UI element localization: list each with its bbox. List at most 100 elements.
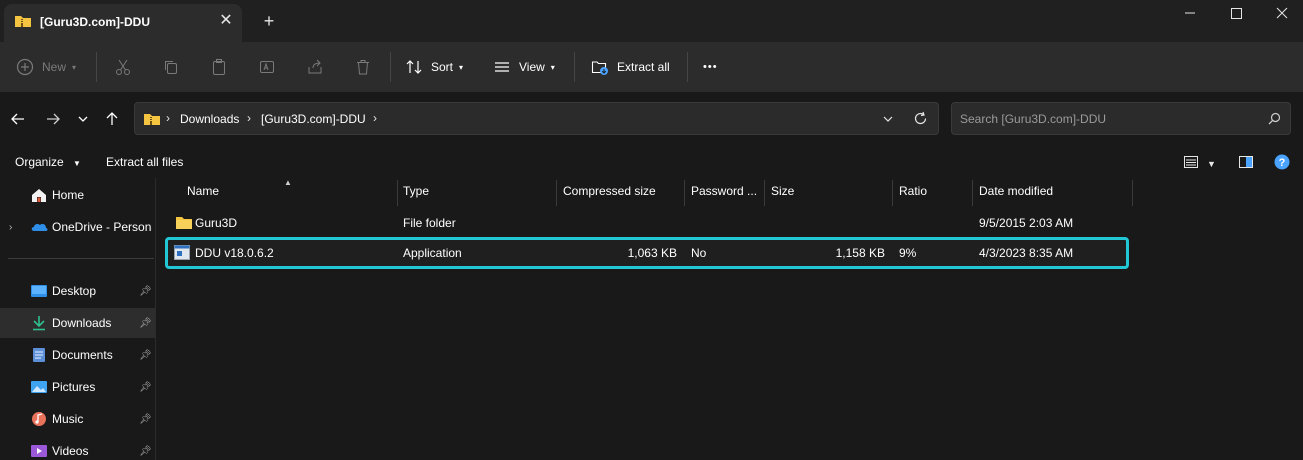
address-bar[interactable]: › Downloads › [Guru3D.com]-DDU ›: [134, 102, 939, 135]
sidebar-item-videos[interactable]: Videos 📌︎: [0, 436, 155, 460]
recent-locations-button[interactable]: [72, 108, 94, 130]
column-header-type[interactable]: Type: [403, 184, 553, 206]
refresh-icon[interactable]: [913, 111, 928, 126]
column-divider[interactable]: [892, 180, 893, 206]
paste-icon: [213, 59, 225, 75]
sidebar-item-label: Pictures: [52, 380, 96, 394]
table-row-selected[interactable]: DDU v18.0.6.2 Application 1,063 KB No 1,…: [165, 237, 1129, 269]
file-type: File folder: [403, 216, 456, 230]
sidebar-item-label: Downloads: [52, 316, 112, 330]
file-type: Application: [403, 246, 462, 260]
file-size: 1,158 KB: [835, 246, 885, 260]
sidebar-item-label: Desktop: [52, 284, 97, 298]
paste-button[interactable]: [210, 52, 228, 82]
column-divider[interactable]: [972, 180, 973, 206]
sidebar-item-downloads[interactable]: Downloads 📌︎: [0, 308, 155, 338]
chevron-right-icon[interactable]: ›: [9, 222, 12, 233]
breadcrumb-current-folder[interactable]: [Guru3D.com]-DDU: [261, 112, 366, 126]
column-divider[interactable]: [684, 180, 685, 206]
title-bar: [Guru3D.com]-DDU ✕ +: [0, 0, 1303, 42]
column-divider[interactable]: [397, 180, 398, 206]
breadcrumb-downloads[interactable]: Downloads: [180, 112, 239, 126]
videos-icon: [31, 445, 47, 457]
change-view-button[interactable]: [1183, 154, 1199, 173]
column-divider[interactable]: [556, 180, 557, 206]
chevron-down-icon: ▾: [72, 62, 77, 72]
close-window-button[interactable]: [1259, 0, 1303, 28]
share-button[interactable]: [306, 52, 324, 82]
sidebar-item-music[interactable]: Music 📌︎: [0, 404, 155, 434]
breadcrumb-separator[interactable]: ›: [247, 111, 251, 125]
trash-icon: [357, 60, 369, 75]
extract-all-button[interactable]: Extract all: [591, 52, 670, 82]
extract-all-files-button[interactable]: Extract all files: [106, 155, 183, 169]
chevron-down-icon: ▾: [550, 62, 555, 72]
file-list: ▲ Name Type Compressed size Password ...…: [157, 178, 1303, 460]
search-input[interactable]: [960, 110, 1260, 128]
breadcrumb-separator[interactable]: ›: [373, 111, 377, 125]
view-options-button[interactable]: ▼: [1207, 156, 1216, 170]
downloads-icon: [33, 316, 45, 331]
forward-button[interactable]: [42, 108, 64, 130]
back-button[interactable]: [7, 108, 29, 130]
minimize-icon: [1185, 12, 1195, 14]
sort-button[interactable]: Sort ▾: [405, 52, 463, 82]
pin-icon: 📌︎: [139, 317, 152, 329]
table-row[interactable]: Guru3D File folder 9/5/2015 2:03 AM: [165, 208, 1129, 238]
sidebar-item-desktop[interactable]: Desktop 📌︎: [0, 276, 155, 306]
file-date: 9/5/2015 2:03 AM: [979, 216, 1074, 230]
sidebar-item-home[interactable]: Home: [0, 180, 155, 210]
arrow-right-icon: [47, 113, 60, 125]
zip-folder-icon: [15, 16, 31, 27]
desktop-icon: [31, 285, 47, 297]
details-bar: Organize ▼ Extract all files ▼ ?: [0, 148, 1303, 178]
close-icon: [1276, 7, 1288, 19]
help-button[interactable]: ?: [1274, 154, 1290, 173]
preview-pane-button[interactable]: [1238, 154, 1254, 173]
share-icon: [308, 59, 322, 74]
organize-button[interactable]: Organize ▼: [15, 155, 81, 169]
column-header-size[interactable]: Size: [771, 184, 891, 206]
breadcrumb-separator[interactable]: ›: [166, 111, 170, 125]
column-header-date-modified[interactable]: Date modified: [979, 184, 1129, 206]
column-divider[interactable]: [1132, 180, 1133, 206]
file-compressed-size: 1,063 KB: [627, 246, 677, 260]
column-header-name[interactable]: Name: [187, 184, 387, 206]
sidebar-item-documents[interactable]: Documents 📌︎: [0, 340, 155, 370]
up-button[interactable]: [101, 108, 123, 130]
view-label: View: [519, 60, 545, 74]
sidebar-item-onedrive[interactable]: › OneDrive - Personal: [0, 212, 155, 242]
view-button[interactable]: View ▾: [493, 52, 555, 82]
new-button[interactable]: New ▾: [16, 52, 76, 82]
file-password: No: [691, 246, 707, 260]
pin-icon: 📌︎: [139, 349, 152, 361]
column-header-compressed-size[interactable]: Compressed size: [563, 184, 683, 206]
maximize-button[interactable]: [1213, 0, 1259, 28]
rename-button[interactable]: [258, 52, 276, 82]
search-icon[interactable]: [1266, 111, 1282, 127]
copy-icon: [165, 61, 177, 74]
cut-button[interactable]: [114, 52, 132, 82]
search-box[interactable]: [951, 102, 1291, 135]
column-header-password[interactable]: Password ...: [691, 184, 763, 206]
documents-icon: [33, 348, 45, 362]
window-tab[interactable]: [Guru3D.com]-DDU ✕: [4, 4, 242, 42]
chevron-down-icon[interactable]: [882, 113, 894, 125]
delete-button[interactable]: [354, 52, 372, 82]
copy-button[interactable]: [162, 52, 180, 82]
minimize-button[interactable]: [1167, 0, 1213, 28]
caret-down-icon: ▼: [1207, 159, 1216, 169]
organize-label: Organize: [15, 155, 64, 169]
column-header-ratio[interactable]: Ratio: [899, 184, 969, 206]
application-icon: [174, 245, 190, 260]
sidebar-item-pictures[interactable]: Pictures 📌︎: [0, 372, 155, 402]
column-divider[interactable]: [764, 180, 765, 206]
tab-title: [Guru3D.com]-DDU: [40, 15, 150, 29]
cut-icon: [116, 59, 130, 75]
extract-all-files-label: Extract all files: [106, 155, 184, 169]
more-options-button[interactable]: •••: [703, 52, 718, 82]
sidebar-item-label: Documents: [52, 348, 113, 362]
new-tab-button[interactable]: +: [259, 11, 279, 31]
caret-down-icon: ▼: [73, 159, 81, 168]
close-tab-button[interactable]: ✕: [217, 12, 235, 30]
